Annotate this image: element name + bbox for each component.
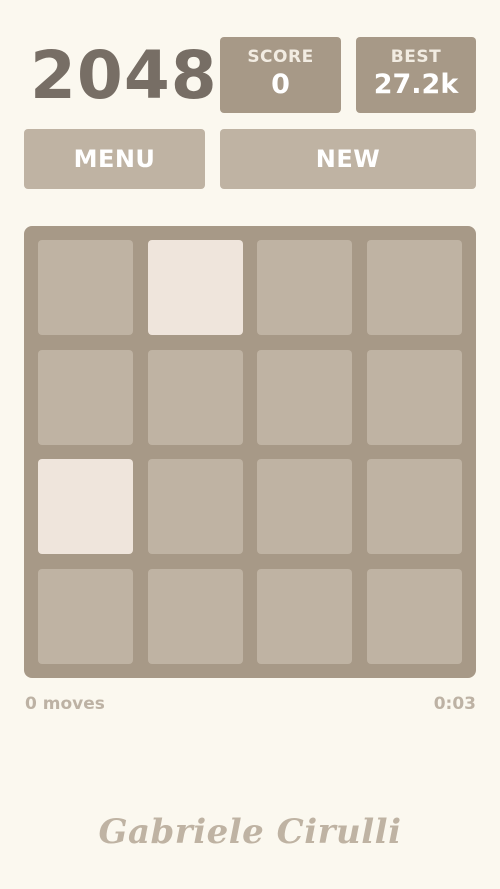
best-value: 27.2k xyxy=(373,69,459,100)
board-cell xyxy=(366,240,462,336)
new-game-button[interactable]: NEW xyxy=(220,129,476,189)
score-label: SCORE xyxy=(247,47,314,67)
board-tile xyxy=(147,240,243,336)
score-value: 0 xyxy=(271,69,290,100)
board-cell xyxy=(38,349,134,445)
board-cell xyxy=(38,240,134,336)
game-board[interactable] xyxy=(24,226,476,678)
board-tile xyxy=(38,459,134,555)
menu-button[interactable]: MENU xyxy=(24,129,205,189)
board-cell xyxy=(147,459,243,555)
moves-counter: 0 moves xyxy=(25,694,105,714)
board-cell xyxy=(147,349,243,445)
board-cell xyxy=(147,568,243,664)
best-score-box: BEST 27.2k xyxy=(356,37,476,113)
board-cell xyxy=(257,240,353,336)
best-label: BEST xyxy=(390,47,442,67)
board-cell xyxy=(366,459,462,555)
board-cell xyxy=(257,349,353,445)
board-cell xyxy=(366,568,462,664)
board-cell xyxy=(257,568,353,664)
board-cell xyxy=(38,568,134,664)
score-box: SCORE 0 xyxy=(220,37,341,113)
game-timer: 0:03 xyxy=(433,694,476,714)
board-cell xyxy=(366,349,462,445)
game-title: 2048 xyxy=(30,37,218,114)
board-cell xyxy=(257,459,353,555)
author-signature: Gabriele Cirulli xyxy=(98,812,402,852)
